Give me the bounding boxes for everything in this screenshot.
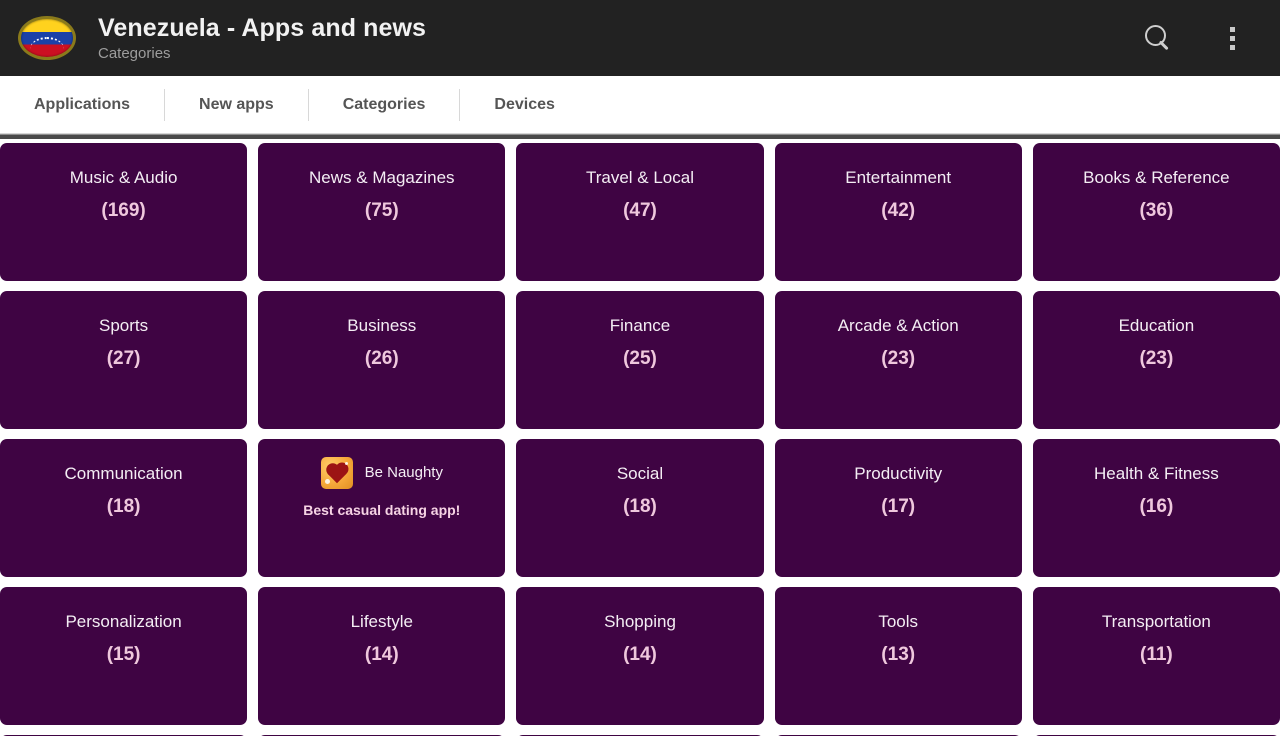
ad-title: Be Naughty xyxy=(364,464,443,481)
category-tile[interactable]: Productivity (17) xyxy=(774,439,1022,577)
page-title: Venezuela - Apps and news xyxy=(98,13,427,42)
category-tile[interactable]: Business (26) xyxy=(258,291,506,429)
category-title: News & Magazines xyxy=(309,168,455,187)
category-tile[interactable]: Entertainment (42) xyxy=(774,143,1022,281)
category-count: (23) xyxy=(881,348,916,369)
category-tile[interactable]: Finance (25) xyxy=(516,291,764,429)
category-title: Entertainment xyxy=(845,168,952,187)
category-tile[interactable]: Shopping (14) xyxy=(516,587,764,725)
venezuela-flag-icon xyxy=(18,16,76,60)
category-count: (17) xyxy=(881,496,916,517)
category-title: Lifestyle xyxy=(350,612,413,631)
category-title: Music & Audio xyxy=(69,168,178,187)
category-tile[interactable]: Arcade & Action (23) xyxy=(774,291,1022,429)
category-grid: Music & Audio (169) News & Magazines (75) Tr… xyxy=(0,139,1280,736)
category-title: Travel & Local xyxy=(585,168,694,187)
heart-icon xyxy=(320,457,353,489)
category-title: Health & Fitness xyxy=(1094,464,1219,483)
header-title-block: Venezuela - Apps and news Categories xyxy=(98,13,426,64)
search-icon xyxy=(1145,25,1171,51)
category-count: (18) xyxy=(106,496,141,517)
category-tile[interactable]: Personalization (15) xyxy=(0,587,248,725)
category-tile[interactable]: Health & Fitness (16) xyxy=(1032,439,1280,577)
page-subtitle: Categories xyxy=(98,44,171,62)
category-tile[interactable]: Education (23) xyxy=(1032,291,1280,429)
category-tile[interactable]: Tools (13) xyxy=(774,587,1022,725)
category-title: Transportation xyxy=(1101,612,1211,631)
category-count: (75) xyxy=(364,200,399,221)
ad-tagline: Best casual dating app! xyxy=(303,502,461,518)
category-count: (11) xyxy=(1140,644,1173,665)
search-button[interactable] xyxy=(1134,14,1182,62)
category-title: Business xyxy=(347,316,417,335)
category-count: (169) xyxy=(101,200,146,221)
category-count: (23) xyxy=(1139,348,1174,369)
tab-bar: Applications New apps Categories Devices xyxy=(0,76,1280,134)
tab-new-apps[interactable]: New apps xyxy=(165,85,308,125)
category-tile[interactable]: Communication (18) xyxy=(0,439,248,577)
ad-header: Be Naughty xyxy=(258,457,505,489)
category-count: (15) xyxy=(106,644,141,665)
category-title: Sports xyxy=(99,316,149,335)
category-title: Productivity xyxy=(854,464,943,483)
category-count: (14) xyxy=(623,644,657,665)
category-title: Tools xyxy=(878,612,919,631)
ad-tile[interactable]: Be Naughty Best casual dating app! xyxy=(258,439,506,577)
category-count: (16) xyxy=(1139,496,1174,517)
category-tile[interactable]: Lifestyle (14) xyxy=(258,587,506,725)
category-count: (13) xyxy=(881,644,916,665)
tab-categories[interactable]: Categories xyxy=(309,85,460,125)
category-tile[interactable]: Transportation (11) xyxy=(1032,587,1280,725)
category-count: (42) xyxy=(881,200,916,221)
category-title: Social xyxy=(616,464,664,483)
tab-devices[interactable]: Devices xyxy=(460,85,589,125)
category-count: (36) xyxy=(1139,200,1174,221)
category-count: (47) xyxy=(623,200,657,221)
category-tile[interactable]: Travel & Local (47) xyxy=(516,143,764,281)
category-count: (25) xyxy=(623,348,657,369)
category-title: Communication xyxy=(64,464,183,483)
category-tile[interactable]: Sports (27) xyxy=(0,291,248,429)
category-tile[interactable]: News & Magazines (75) xyxy=(258,143,506,281)
category-title: Personalization xyxy=(65,612,182,631)
category-tile[interactable]: Music & Audio (169) xyxy=(0,143,248,281)
app-header: Venezuela - Apps and news Categories xyxy=(0,0,1280,76)
header-actions xyxy=(1134,14,1280,62)
overflow-menu-button[interactable] xyxy=(1208,14,1256,62)
category-title: Arcade & Action xyxy=(837,316,959,335)
more-vertical-icon xyxy=(1229,26,1235,50)
tab-applications[interactable]: Applications xyxy=(0,85,164,125)
category-count: (14) xyxy=(364,644,399,665)
category-count: (18) xyxy=(623,496,657,517)
category-tile[interactable]: Books & Reference (36) xyxy=(1032,143,1280,281)
category-title: Shopping xyxy=(604,612,676,631)
category-title: Education xyxy=(1118,316,1195,335)
category-title: Finance xyxy=(609,316,671,335)
category-count: (26) xyxy=(364,348,399,369)
category-title: Books & Reference xyxy=(1083,168,1230,187)
category-tile[interactable]: Social (18) xyxy=(516,439,764,577)
category-count: (27) xyxy=(106,348,141,369)
flag-stars xyxy=(30,36,64,49)
